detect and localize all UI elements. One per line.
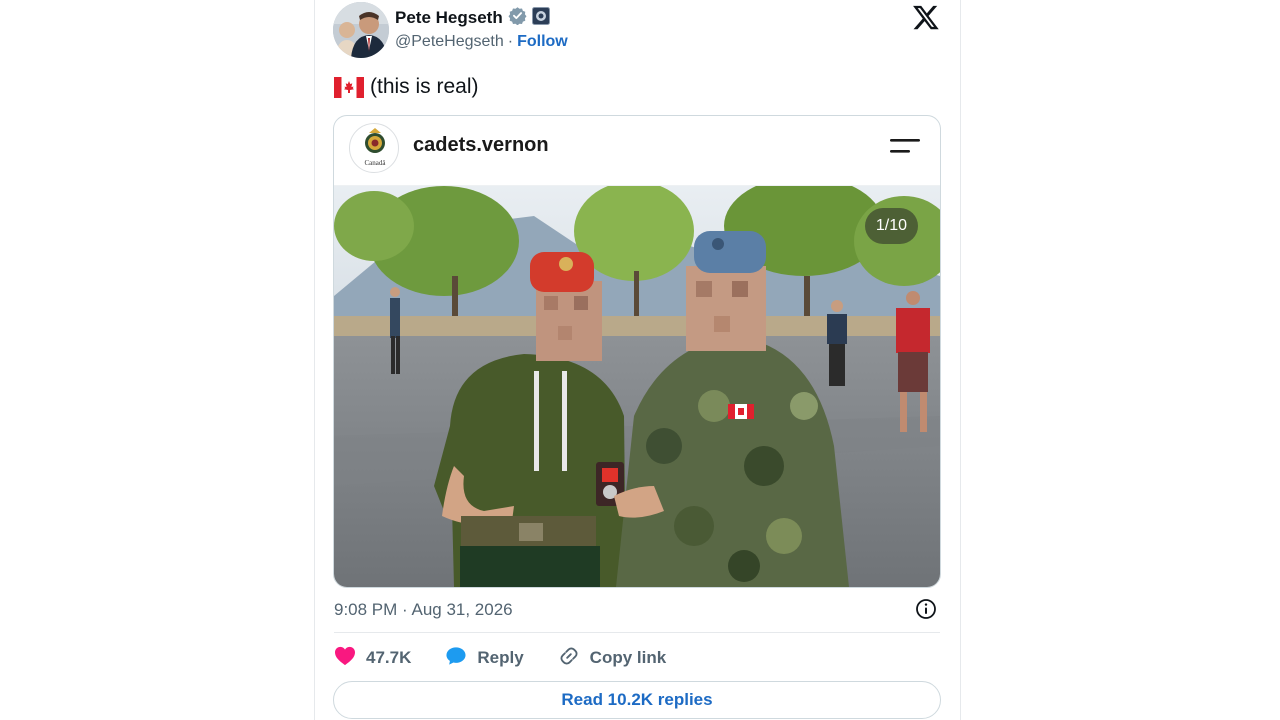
x-logo-icon[interactable] xyxy=(912,3,940,31)
embed-header: Canadä cadets.vernon xyxy=(334,116,940,186)
embedded-post[interactable]: Canadä cadets.vernon 1/10 xyxy=(333,115,941,588)
timestamp[interactable]: 9:08 PM · Aug 31, 2026 xyxy=(334,600,513,620)
link-icon xyxy=(558,645,580,672)
avatar[interactable] xyxy=(333,2,389,58)
canada-flag-icon xyxy=(334,76,364,98)
affiliation-badge-icon xyxy=(531,6,550,30)
likes-count: 47.7K xyxy=(366,648,412,667)
photo-counter: 1/10 xyxy=(864,208,918,244)
author-handle[interactable]: @PeteHegseth xyxy=(395,33,504,51)
tweet-text: (this is real) xyxy=(370,75,479,98)
reply-label: Reply xyxy=(477,648,524,667)
reply-button[interactable]: Reply xyxy=(445,646,524,671)
copy-link-button[interactable]: Copy link xyxy=(558,645,667,672)
account-name[interactable]: cadets.vernon xyxy=(413,134,549,157)
tweet-card: Pete Hegseth @PeteHegseth · Follow (this… xyxy=(314,0,960,720)
photo-image[interactable]: 1/10 xyxy=(334,186,940,587)
copy-link-label: Copy link xyxy=(589,648,667,667)
avatar-caption: Canadä xyxy=(365,159,387,167)
follow-button[interactable]: Follow xyxy=(517,33,568,51)
account-avatar[interactable]: Canadä xyxy=(349,123,399,173)
menu-icon[interactable] xyxy=(890,137,922,157)
action-bar: 47.7K Reply Copy link xyxy=(334,644,700,672)
handle-separator: · xyxy=(507,33,514,50)
author-name[interactable]: Pete Hegseth xyxy=(395,8,503,28)
card-right-border xyxy=(960,0,961,720)
info-icon[interactable] xyxy=(914,597,938,621)
read-replies-button[interactable]: Read 10.2K replies xyxy=(333,681,941,719)
divider xyxy=(334,632,940,633)
verified-badge-icon xyxy=(508,6,527,30)
heart-icon xyxy=(334,646,356,671)
like-button[interactable]: 47.7K xyxy=(334,646,411,671)
reply-bubble-icon xyxy=(445,646,467,671)
